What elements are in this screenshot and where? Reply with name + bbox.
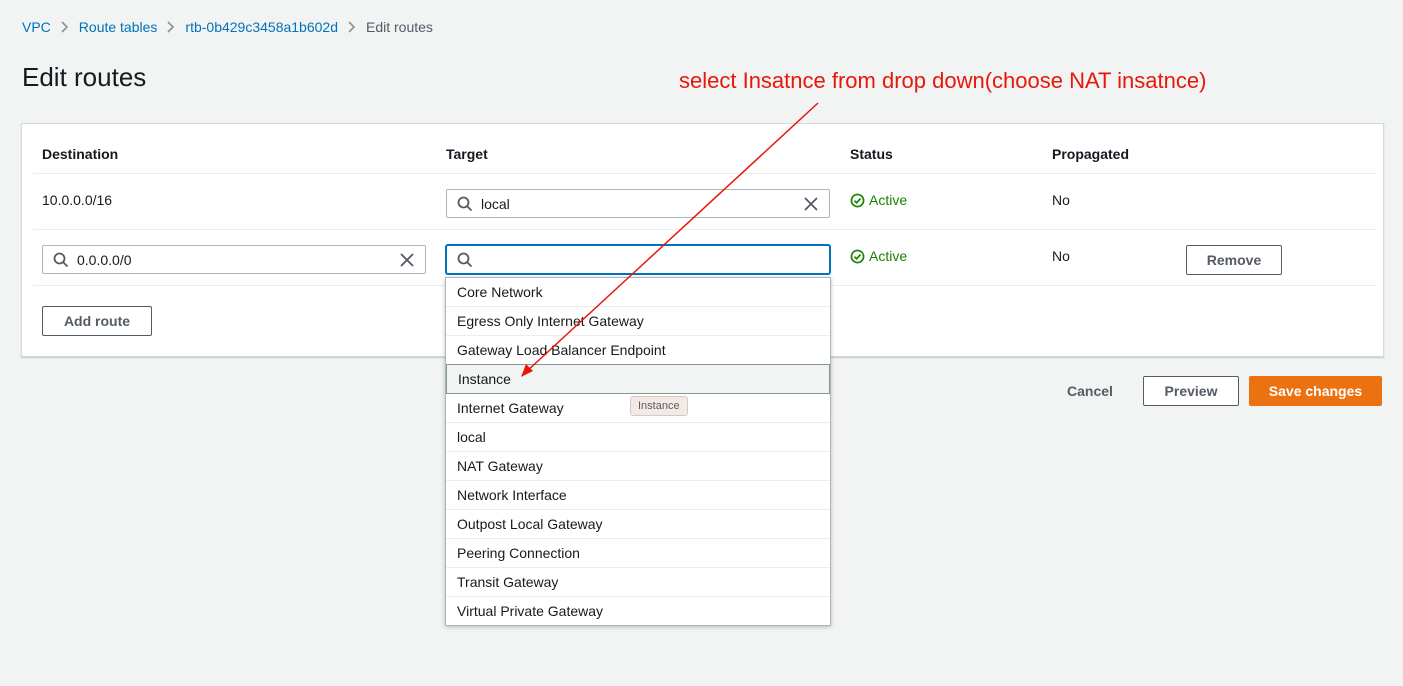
close-icon[interactable] xyxy=(399,252,415,268)
page-title: Edit routes xyxy=(22,62,147,92)
breadcrumb: VPC Route tables rtb-0b429c3458a1b602d E… xyxy=(22,19,433,35)
chevron-right-icon xyxy=(167,21,175,33)
chevron-right-icon xyxy=(61,21,69,33)
preview-button[interactable]: Preview xyxy=(1143,376,1239,406)
check-circle-icon xyxy=(850,193,865,207)
row1-propagated: No xyxy=(1052,192,1070,208)
row2-propagated: No xyxy=(1052,248,1070,264)
row2-status: Active xyxy=(850,248,907,264)
breadcrumb-current: Edit routes xyxy=(365,19,433,35)
dropdown-option-virtual-private-gateway[interactable]: Virtual Private Gateway xyxy=(446,596,830,625)
dropdown-option-core-network[interactable]: Core Network xyxy=(446,278,830,307)
search-icon xyxy=(457,196,473,212)
dropdown-option-network-interface[interactable]: Network Interface xyxy=(446,481,830,510)
dropdown-option-outpost-local-gateway[interactable]: Outpost Local Gateway xyxy=(446,510,830,539)
row1-destination: 10.0.0.0/16 xyxy=(42,192,113,208)
dropdown-option-peering-connection[interactable]: Peering Connection xyxy=(446,539,830,568)
dropdown-option-nat-gateway[interactable]: NAT Gateway xyxy=(446,452,830,481)
dropdown-option-egress-only-internet-gateway[interactable]: Egress Only Internet Gateway xyxy=(446,307,830,336)
breadcrumb-route-table-id[interactable]: rtb-0b429c3458a1b602d xyxy=(185,19,338,35)
column-header-propagated: Propagated xyxy=(1052,146,1130,162)
remove-button[interactable]: Remove xyxy=(1186,245,1282,275)
target-dropdown-list: Core Network Egress Only Internet Gatewa… xyxy=(445,277,831,626)
check-circle-icon xyxy=(850,249,865,263)
row1-target-input[interactable]: local xyxy=(446,189,830,218)
column-header-destination: Destination xyxy=(42,146,119,162)
row1-status-label: Active xyxy=(869,192,908,208)
row2-target-input[interactable] xyxy=(446,245,830,274)
row2-destination-value: 0.0.0.0/0 xyxy=(77,251,132,268)
breadcrumb-route-tables[interactable]: Route tables xyxy=(79,19,158,35)
search-icon xyxy=(53,252,69,268)
dropdown-option-gateway-load-balancer-endpoint[interactable]: Gateway Load Balancer Endpoint xyxy=(446,336,830,365)
breadcrumb-vpc[interactable]: VPC xyxy=(22,19,51,35)
annotation-text: select Insatnce from drop down(choose NA… xyxy=(679,68,1207,93)
column-header-status: Status xyxy=(850,146,893,162)
dropdown-option-transit-gateway[interactable]: Transit Gateway xyxy=(446,568,830,597)
row1-status: Active xyxy=(850,192,907,208)
chevron-right-icon xyxy=(348,21,356,33)
row-divider xyxy=(33,229,1377,230)
row2-destination-input[interactable]: 0.0.0.0/0 xyxy=(42,245,426,274)
row-divider xyxy=(33,173,1377,174)
search-icon xyxy=(457,252,473,268)
tooltip: Instance xyxy=(630,396,688,416)
save-changes-button[interactable]: Save changes xyxy=(1249,376,1382,406)
close-icon[interactable] xyxy=(803,196,819,212)
add-route-button[interactable]: Add route xyxy=(42,306,152,336)
row1-target-value: local xyxy=(481,195,510,212)
column-header-target: Target xyxy=(446,146,488,162)
dropdown-option-instance[interactable]: Instance xyxy=(446,364,830,394)
row2-status-label: Active xyxy=(869,248,908,264)
cancel-button[interactable]: Cancel xyxy=(1058,376,1122,406)
dropdown-option-local[interactable]: local xyxy=(446,423,830,452)
